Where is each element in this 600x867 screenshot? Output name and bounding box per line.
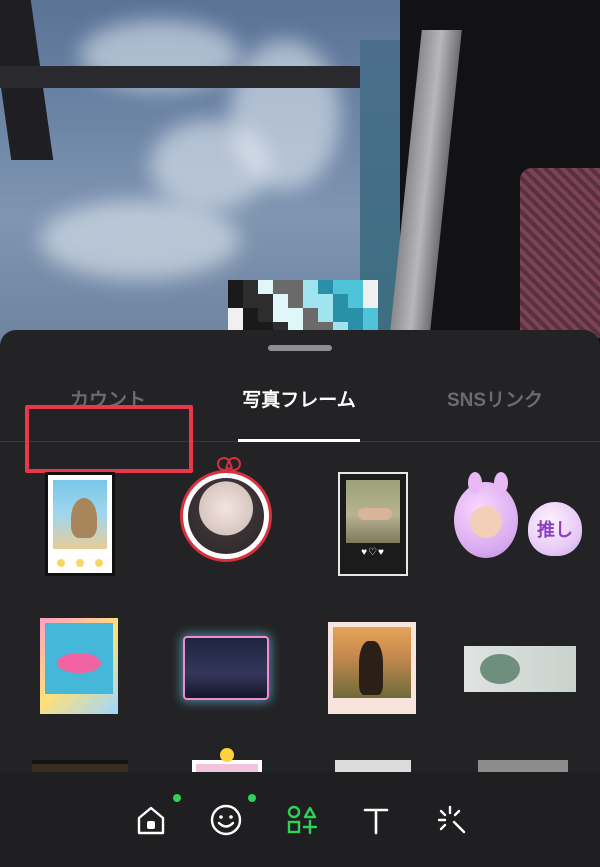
house-sticker-icon [137, 806, 165, 835]
tab-photo-frame-label: 写真フレーム [242, 390, 356, 411]
tool-shapes[interactable] [282, 800, 322, 840]
smiley-icon [220, 748, 234, 762]
frame-photo [346, 480, 400, 544]
frame-photo [333, 627, 411, 698]
tool-effects[interactable] [432, 800, 472, 840]
hearts-caption: ♥♡♥ [361, 547, 385, 559]
heart-balloon: 推し [528, 502, 582, 556]
frame-sunset-portrait[interactable] [328, 622, 416, 714]
frame-plants-banner[interactable] [464, 646, 576, 692]
tool-home-sticker[interactable] [131, 794, 181, 840]
frame-balloons[interactable]: 推し [452, 472, 584, 572]
ribbon-icon [219, 457, 239, 471]
new-badge [173, 794, 181, 802]
tab-photo-frame[interactable]: 写真フレーム [238, 370, 360, 442]
bottom-toolbar [0, 772, 600, 867]
frame-photo [53, 480, 107, 549]
drag-handle[interactable] [268, 345, 332, 351]
tab-bar: カウント 写真フレーム SNSリンク [0, 370, 600, 473]
frame-flamingo-gradient[interactable] [40, 618, 118, 714]
sparkle-wand-icon [437, 805, 466, 834]
heart-balloon-text: 推し [537, 520, 573, 540]
frame-photo [45, 623, 113, 694]
smile-icon [210, 804, 242, 836]
tool-emoji[interactable] [206, 794, 256, 840]
tab-sns-link[interactable]: SNSリンク [420, 370, 570, 442]
pixelated-sticker[interactable] [228, 280, 378, 336]
frame-beach-polaroid[interactable] [45, 472, 115, 576]
text-icon [363, 808, 389, 835]
background-photo [0, 0, 600, 360]
face-balloon [454, 472, 518, 558]
shapes-icon [287, 805, 318, 835]
tool-text[interactable] [356, 800, 396, 840]
frame-photo [188, 478, 264, 554]
frame-hands-film[interactable]: ♥♡♥ [338, 472, 408, 576]
frame-circle-ribbon[interactable] [180, 470, 272, 562]
frame-neon-night[interactable] [183, 636, 269, 700]
new-badge [248, 794, 256, 802]
flower-decoration [54, 556, 106, 570]
frame-grid: ♥♡♥ 推し [0, 442, 600, 800]
